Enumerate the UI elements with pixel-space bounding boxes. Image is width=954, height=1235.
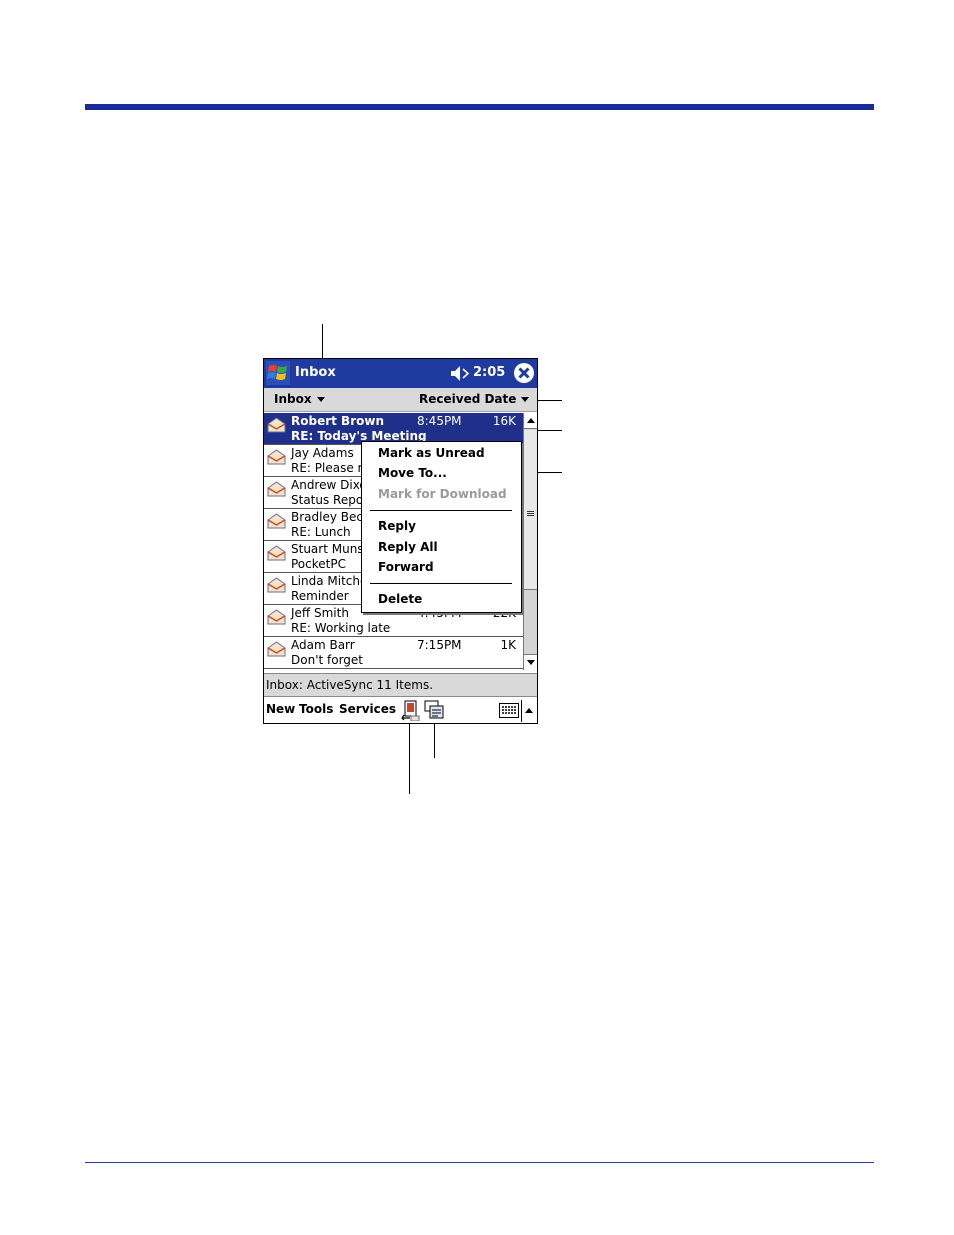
message-sender: Stuart Munso	[291, 542, 371, 556]
folder-sort-bar: Inbox Received Date	[264, 388, 537, 412]
menu-item-forward[interactable]: Forward	[378, 560, 434, 574]
message-subject: Status Repor	[291, 493, 369, 507]
message-subject: PocketPC	[291, 557, 346, 571]
vertical-scrollbar[interactable]	[523, 413, 537, 670]
message-row[interactable]: Adam Barr Don't forget 7:15PM 1K	[264, 637, 523, 669]
message-subject: RE: Lunch	[291, 525, 351, 539]
chevron-down-icon	[521, 397, 530, 402]
message-sender: Jay Adams	[291, 446, 354, 460]
envelope-open-icon	[267, 417, 286, 433]
sip-divider	[521, 700, 522, 722]
sort-label: Received Date	[419, 392, 517, 406]
menu-separator	[370, 510, 512, 511]
message-context-menu: Mark as Unread Move To... Mark for Downl…	[361, 441, 522, 613]
envelope-open-icon	[267, 449, 286, 465]
top-page-rule	[85, 104, 874, 110]
message-subject: Don't forget	[291, 653, 363, 667]
arrow-down-icon	[527, 660, 535, 665]
folder-list-icon[interactable]	[424, 700, 444, 720]
message-sender: Andrew Dixo	[291, 478, 367, 492]
clock[interactable]: 2:05	[473, 365, 505, 380]
status-text: Inbox: ActiveSync 11 Items.	[266, 678, 434, 692]
scroll-down-button[interactable]	[524, 654, 537, 670]
menu-item-mark-unread[interactable]: Mark as Unread	[378, 446, 485, 460]
folder-label: Inbox	[274, 392, 312, 406]
message-sender: Jeff Smith	[291, 606, 349, 620]
keyboard-icon[interactable]	[499, 703, 519, 718]
message-sender: Adam Barr	[291, 638, 355, 652]
message-sender: Linda Mitchel	[291, 574, 371, 588]
message-subject: RE: Working late	[291, 621, 391, 635]
windows-start-icon[interactable]	[266, 361, 290, 385]
chevron-down-icon	[316, 397, 325, 402]
envelope-open-icon	[267, 577, 286, 593]
pocketpc-inbox-screen: Inbox 2:05 Inbox Received Date Robert Br…	[263, 358, 538, 724]
menu-separator	[370, 583, 512, 584]
callout-line-folders	[434, 722, 435, 758]
close-icon[interactable]	[513, 362, 535, 384]
scroll-up-button[interactable]	[524, 413, 537, 429]
envelope-open-icon	[267, 609, 286, 625]
message-sender: Robert Brown	[291, 414, 384, 428]
menu-item-move-to[interactable]: Move To...	[378, 466, 447, 480]
message-time: 7:15PM	[417, 638, 462, 652]
title-bar: Inbox 2:05	[264, 359, 537, 388]
message-size: 16K	[492, 414, 516, 428]
window-title: Inbox	[295, 365, 336, 380]
message-sender: Bradley Beck	[291, 510, 370, 524]
envelope-open-icon	[267, 641, 286, 657]
grip-icon	[527, 511, 534, 516]
bottom-page-rule	[85, 1162, 874, 1163]
menu-item-mark-download: Mark for Download	[378, 487, 507, 501]
envelope-open-icon	[267, 513, 286, 529]
arrow-up-icon	[527, 418, 535, 423]
menu-item-reply[interactable]: Reply	[378, 519, 416, 533]
callout-line-sort	[535, 400, 562, 401]
command-bar: New Tools Services	[264, 697, 537, 723]
message-time: 8:45PM	[417, 414, 462, 428]
speaker-muted-icon[interactable]	[450, 365, 470, 382]
folder-dropdown[interactable]: Inbox	[274, 392, 325, 406]
menu-item-reply-all[interactable]: Reply All	[378, 540, 438, 554]
menu-new[interactable]: New	[266, 702, 295, 716]
envelope-open-icon	[267, 545, 286, 561]
message-subject: RE: Please re	[291, 461, 370, 475]
menu-item-delete[interactable]: Delete	[378, 592, 422, 606]
menu-services[interactable]: Services	[339, 702, 396, 716]
envelope-open-icon	[267, 481, 286, 497]
menu-tools[interactable]: Tools	[299, 702, 333, 716]
status-bar: Inbox: ActiveSync 11 Items.	[264, 673, 537, 697]
callout-line-send	[409, 722, 410, 794]
arrow-up-icon[interactable]	[525, 708, 533, 713]
sort-dropdown[interactable]: Received Date	[419, 392, 530, 406]
message-size: 1K	[500, 638, 516, 652]
scroll-thumb[interactable]	[524, 430, 537, 590]
send-receive-icon[interactable]	[401, 700, 420, 721]
message-subject: Reminder	[291, 589, 349, 603]
